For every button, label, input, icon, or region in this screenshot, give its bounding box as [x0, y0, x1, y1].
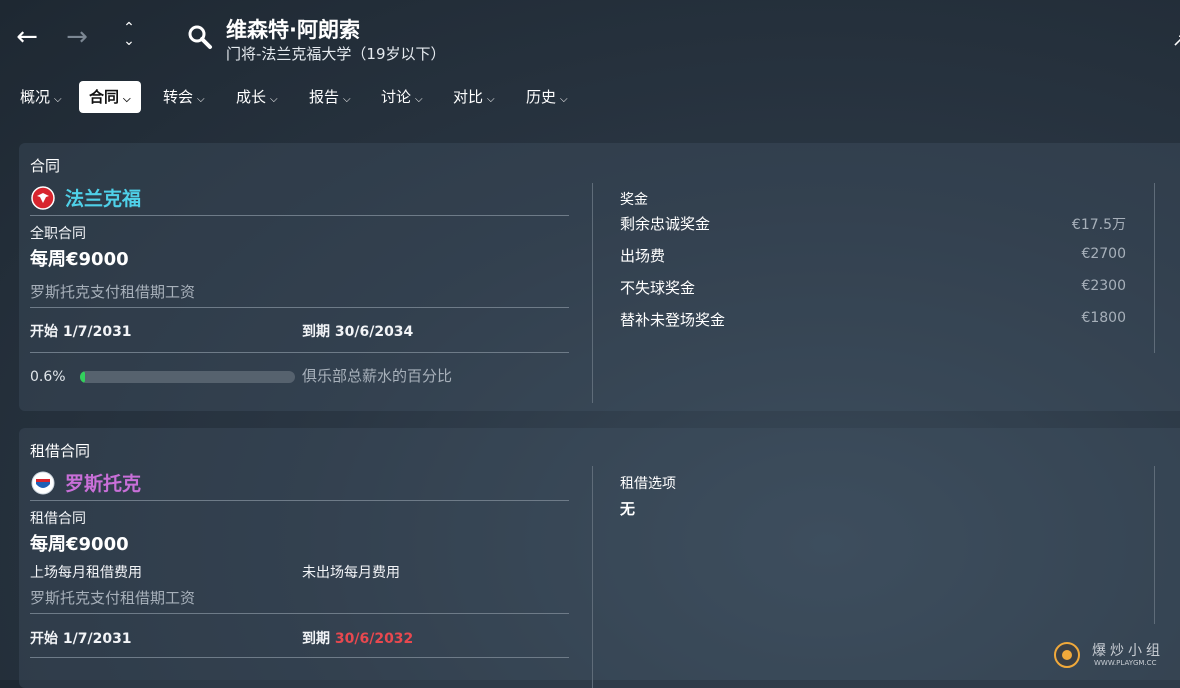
- wage-pct-bar: [80, 371, 295, 383]
- tab-development[interactable]: 成长 ⌵: [226, 81, 288, 113]
- chevron-down-icon: ⌵: [343, 94, 351, 105]
- corner-icon[interactable]: ↗: [1172, 30, 1180, 51]
- loan-options-value: 无: [620, 500, 636, 518]
- loan-club-name[interactable]: 罗斯托克: [65, 469, 141, 496]
- divider: [30, 657, 569, 658]
- wage-pct: 0.6%: [30, 369, 66, 385]
- start-label: 开始: [30, 324, 58, 340]
- contract-type: 全职合同: [30, 226, 86, 242]
- wage-pct-label: 俱乐部总薪水的百分比: [302, 367, 453, 385]
- start-date: 1/7/2031: [62, 324, 132, 340]
- chevron-down-icon: ⌵: [54, 94, 62, 105]
- loan-start: 开始 1/7/2031: [30, 628, 132, 648]
- tab-transfer[interactable]: 转会 ⌵: [153, 81, 215, 113]
- divider: [30, 352, 569, 353]
- bonus-value: €2700: [1081, 246, 1126, 262]
- watermark-logo-icon: [1054, 642, 1080, 668]
- bonus-value: €1800: [1081, 310, 1126, 326]
- top-bar: ← → ⌃ ⌄ 维森特·阿朗索 门将-法兰克福大学（19岁以下） ↗: [0, 0, 1180, 72]
- chevron-down-icon: ⌵: [270, 94, 278, 105]
- tab-discussion[interactable]: 讨论 ⌵: [371, 81, 433, 113]
- contract-section-title: 合同: [30, 157, 61, 175]
- loan-end: 到期 30/6/2032: [302, 628, 413, 648]
- bonus-label: 剩余忠诚奖金: [620, 215, 711, 233]
- tab-label: 成长: [236, 88, 267, 106]
- forward-arrow-icon[interactable]: →: [62, 22, 92, 52]
- player-position-club[interactable]: 门将-法兰克福大学（19岁以下）: [226, 43, 446, 64]
- player-name: 维森特·阿朗索: [226, 18, 360, 42]
- bonus-label: 替补未登场奖金: [620, 311, 726, 329]
- tab-label: 讨论: [381, 88, 412, 106]
- watermark-url: WWW.PLAYGM.CC: [1094, 659, 1157, 667]
- tab-label: 对比: [453, 88, 484, 106]
- contract-wage: 每周€9000: [30, 249, 129, 270]
- tab-label: 合同: [89, 88, 120, 106]
- loan-fee-unused: 未出场每月费用: [302, 565, 400, 581]
- tab-reports[interactable]: 报告 ⌵: [299, 81, 361, 113]
- column-divider: [592, 466, 593, 688]
- chevron-down-icon: ⌵: [197, 94, 205, 105]
- right-divider: [1154, 183, 1155, 353]
- bonus-label: 出场费: [620, 247, 666, 265]
- tab-label: 历史: [526, 88, 557, 106]
- eintracht-crest-icon: [31, 186, 55, 210]
- loan-section-title: 租借合同: [30, 442, 91, 460]
- chevron-down-icon: ⌵: [415, 94, 423, 105]
- search-icon[interactable]: [187, 24, 213, 50]
- right-divider: [1154, 466, 1155, 624]
- watermark-text: 爆炒小组: [1092, 643, 1164, 659]
- bonus-label: 不失球奖金: [620, 279, 696, 297]
- loan-card: 租借合同 罗斯托克 租借合同 每周€9000 上场每月租借费用 未出场每月费用 …: [19, 428, 1180, 688]
- end-date: 30/6/2032: [334, 631, 414, 647]
- bonus-value: €2300: [1081, 278, 1126, 294]
- tab-label: 概况: [20, 88, 51, 106]
- wage-pct-bar-fill: [80, 371, 85, 383]
- loan-options-title: 租借选项: [620, 476, 676, 492]
- tab-overview[interactable]: 概况 ⌵: [10, 81, 72, 113]
- tab-compare[interactable]: 对比 ⌵: [443, 81, 505, 113]
- tab-label: 转会: [163, 88, 194, 106]
- divider: [30, 307, 569, 308]
- divider: [30, 500, 569, 501]
- tab-contract[interactable]: 合同 ⌵: [79, 81, 141, 113]
- loan-fee-played: 上场每月租借费用: [30, 565, 142, 581]
- contract-card: 合同 法兰克福 全职合同 每周€9000 罗斯托克支付租借期工资 开始 1/7/…: [19, 143, 1180, 411]
- tab-history[interactable]: 历史 ⌵: [516, 81, 578, 113]
- end-date: 30/6/2034: [334, 324, 414, 340]
- end-label: 到期: [302, 324, 330, 340]
- bonus-title: 奖金: [620, 192, 648, 208]
- end-label: 到期: [302, 631, 330, 647]
- chevron-down-icon: ⌵: [487, 94, 495, 105]
- start-date: 1/7/2031: [62, 631, 132, 647]
- up-down-chevron-icon[interactable]: ⌃ ⌄: [114, 21, 144, 52]
- loan-type: 租借合同: [30, 511, 86, 527]
- tab-label: 报告: [309, 88, 340, 106]
- chevron-down-icon: ⌵: [560, 94, 568, 105]
- rostock-crest-icon: [31, 471, 55, 495]
- column-divider: [592, 183, 593, 403]
- divider: [30, 613, 569, 614]
- loan-wage: 每周€9000: [30, 534, 129, 555]
- start-label: 开始: [30, 631, 58, 647]
- watermark: 爆炒小组 WWW.PLAYGM.CC: [1050, 636, 1180, 676]
- chevron-down-icon: ⌵: [123, 94, 131, 105]
- contract-note: 罗斯托克支付租借期工资: [30, 283, 196, 301]
- loan-note: 罗斯托克支付租借期工资: [30, 589, 196, 607]
- bonus-value: €17.5万: [1071, 217, 1126, 233]
- back-arrow-icon[interactable]: ←: [12, 22, 42, 52]
- contract-club-name[interactable]: 法兰克福: [65, 184, 141, 211]
- contract-end: 到期 30/6/2034: [302, 321, 413, 341]
- divider: [30, 215, 569, 216]
- contract-start: 开始 1/7/2031: [30, 321, 132, 341]
